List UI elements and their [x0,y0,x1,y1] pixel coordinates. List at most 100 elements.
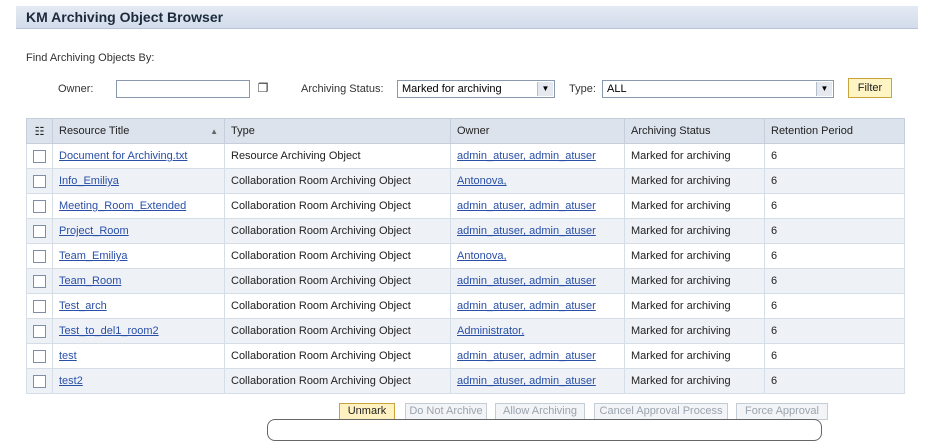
status-cell: Marked for archiving [624,343,765,369]
retention-cell: 6 [764,218,905,244]
row-checkbox[interactable] [33,224,46,238]
resource-title-link[interactable]: Info_Emiliya [59,175,119,187]
resource-title-link[interactable]: Meeting_Room_Extended [59,200,186,212]
table-row[interactable]: Team_Emiliya Collaboration Room Archivin… [26,243,905,269]
archiving-objects-table: ☷ Resource Title ▲ Type Owner Archiving … [26,118,905,394]
status-cell: Marked for archiving [624,143,765,169]
find-by-label: Find Archiving Objects By: [26,52,155,64]
type-value: ALL [607,83,627,95]
status-cell: Marked for archiving [624,168,765,194]
table-row[interactable]: Test_to_del1_room2 Collaboration Room Ar… [26,318,905,344]
owner-link[interactable]: admin_atuser, admin_atuser [457,200,596,212]
resource-title-link[interactable]: test [59,350,77,362]
unmark-button[interactable]: Unmark [339,403,395,420]
resource-title-link[interactable]: test2 [59,375,83,387]
status-cell: Marked for archiving [624,368,765,394]
owner-link[interactable]: admin_atuser, admin_atuser [457,375,596,387]
retention-cell: 6 [764,293,905,319]
resource-title-link[interactable]: Team_Room [59,275,121,287]
type-cell: Collaboration Room Archiving Object [224,318,451,344]
sort-ascending-icon[interactable]: ▲ [210,127,218,136]
table-row[interactable]: Team_Room Collaboration Room Archiving O… [26,268,905,294]
status-cell: Marked for archiving [624,243,765,269]
force-approval-button[interactable]: Force Approval [736,403,828,420]
resource-title-link[interactable]: Test_arch [59,300,107,312]
title-bar: KM Archiving Object Browser [16,6,918,29]
status-cell: Marked for archiving [624,218,765,244]
owner-link[interactable]: admin_atuser, admin_atuser [457,225,596,237]
type-label: Type: [569,83,596,95]
retention-cell: 6 [764,143,905,169]
owner-link[interactable]: Administrator, [457,325,524,337]
select-all-column[interactable]: ☷ [26,118,53,144]
owner-input[interactable] [116,80,250,98]
filter-bar: Owner: ❐ Archiving Status: Marked for ar… [26,78,916,102]
row-checkbox[interactable] [33,149,46,163]
column-header-owner[interactable]: Owner [450,118,625,144]
column-header-resource-title[interactable]: Resource Title ▲ [52,118,225,144]
type-cell: Resource Archiving Object [224,143,451,169]
owner-link[interactable]: admin_atuser, admin_atuser [457,350,596,362]
value-help-icon[interactable]: ❐ [256,81,270,95]
resource-title-link[interactable]: Test_to_del1_room2 [59,325,159,337]
status-cell: Marked for archiving [624,318,765,344]
do-not-archive-button[interactable]: Do Not Archive [405,403,487,420]
table-row[interactable]: Document for Archiving.txt Resource Arch… [26,143,905,169]
archiving-status-select[interactable]: Marked for archiving ▼ [397,80,555,98]
type-cell: Collaboration Room Archiving Object [224,293,451,319]
type-cell: Collaboration Room Archiving Object [224,268,451,294]
cancel-approval-process-button[interactable]: Cancel Approval Process [594,403,728,420]
retention-cell: 6 [764,318,905,344]
table-row[interactable]: test Collaboration Room Archiving Object… [26,343,905,369]
retention-cell: 6 [764,243,905,269]
row-checkbox[interactable] [33,299,46,313]
table-row[interactable]: test2 Collaboration Room Archiving Objec… [26,368,905,394]
retention-cell: 6 [764,343,905,369]
row-checkbox[interactable] [33,349,46,363]
row-checkbox[interactable] [33,374,46,388]
column-header-archiving-status[interactable]: Archiving Status [624,118,765,144]
owner-link[interactable]: admin_atuser, admin_atuser [457,300,596,312]
table-row[interactable]: Project_Room Collaboration Room Archivin… [26,218,905,244]
row-checkbox[interactable] [33,324,46,338]
chevron-down-icon[interactable]: ▼ [537,82,553,96]
retention-cell: 6 [764,193,905,219]
row-checkbox[interactable] [33,274,46,288]
owner-link[interactable]: admin_atuser, admin_atuser [457,275,596,287]
table-row[interactable]: Test_arch Collaboration Room Archiving O… [26,293,905,319]
type-cell: Collaboration Room Archiving Object [224,343,451,369]
table-row[interactable]: Info_Emiliya Collaboration Room Archivin… [26,168,905,194]
type-cell: Collaboration Room Archiving Object [224,168,451,194]
status-cell: Marked for archiving [624,193,765,219]
type-select[interactable]: ALL ▼ [602,80,834,98]
filter-button[interactable]: Filter [848,78,892,98]
row-checkbox[interactable] [33,199,46,213]
column-header-type[interactable]: Type [224,118,451,144]
resource-title-link[interactable]: Team_Emiliya [59,250,127,262]
type-cell: Collaboration Room Archiving Object [224,368,451,394]
allow-archiving-button[interactable]: Allow Archiving [495,403,585,420]
resource-title-link[interactable]: Document for Archiving.txt [59,150,187,162]
table-header-row: ☷ Resource Title ▲ Type Owner Archiving … [26,118,905,144]
select-all-icon[interactable]: ☷ [35,126,45,138]
type-cell: Collaboration Room Archiving Object [224,193,451,219]
row-checkbox[interactable] [33,249,46,263]
status-cell: Marked for archiving [624,293,765,319]
type-cell: Collaboration Room Archiving Object [224,243,451,269]
owner-link[interactable]: admin_atuser, admin_atuser [457,150,596,162]
row-checkbox[interactable] [33,174,46,188]
table-row[interactable]: Meeting_Room_Extended Collaboration Room… [26,193,905,219]
retention-cell: 6 [764,368,905,394]
owner-label: Owner: [58,83,94,95]
retention-cell: 6 [764,168,905,194]
resource-title-link[interactable]: Project_Room [59,225,129,237]
owner-link[interactable]: Antonova, [457,175,507,187]
chevron-down-icon[interactable]: ▼ [816,82,832,96]
archiving-status-label: Archiving Status: [301,83,384,95]
status-cell: Marked for archiving [624,268,765,294]
archiving-status-value: Marked for archiving [402,83,502,95]
column-header-retention-period[interactable]: Retention Period [764,118,905,144]
type-cell: Collaboration Room Archiving Object [224,218,451,244]
page-title: KM Archiving Object Browser [26,9,224,25]
owner-link[interactable]: Antonova, [457,250,507,262]
